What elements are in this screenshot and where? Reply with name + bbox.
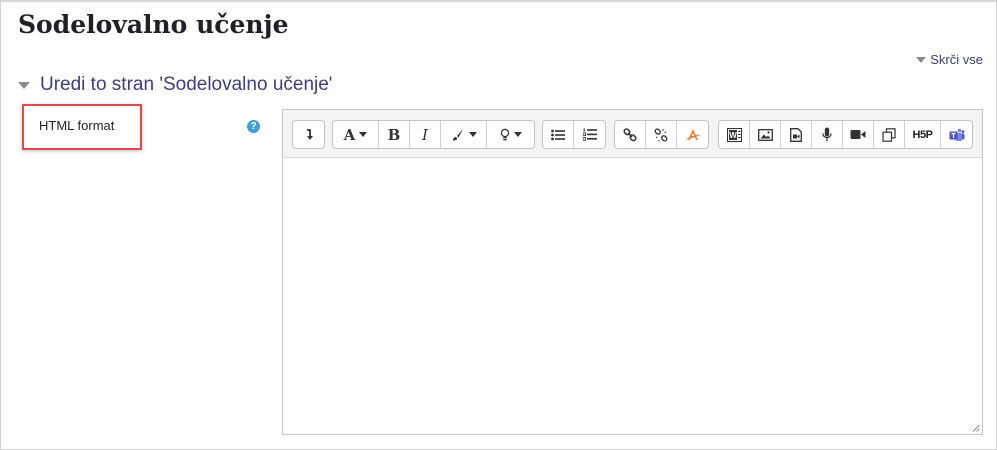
font-family-button[interactable]: A: [333, 121, 379, 148]
collapse-all-link[interactable]: Skrči vse: [916, 52, 983, 67]
toolbar-group-lists: [542, 120, 606, 149]
help-icon[interactable]: ?: [247, 120, 260, 133]
text-color-button[interactable]: [441, 121, 487, 148]
chevron-down-icon: [513, 132, 522, 137]
svg-text:W: W: [729, 131, 737, 140]
media-file-button[interactable]: [781, 121, 812, 148]
section-collapse-icon: [18, 81, 30, 89]
bold-button[interactable]: B: [379, 121, 410, 148]
collapse-toolbar-button[interactable]: [293, 121, 324, 148]
audio-record-button[interactable]: [812, 121, 843, 148]
word-import-icon: W: [726, 127, 742, 142]
chevron-down-icon: [359, 132, 368, 137]
section-header[interactable]: Uredi to stran 'Sodelovalno učenje': [18, 74, 332, 96]
bold-icon: B: [387, 125, 401, 144]
copy-button[interactable]: [874, 121, 905, 148]
highlight-button[interactable]: [487, 121, 534, 148]
image-icon: [757, 128, 773, 141]
resize-grip-icon[interactable]: [971, 423, 980, 432]
toolbar-group-links: [614, 120, 709, 149]
h5p-button[interactable]: H5P: [905, 121, 941, 148]
teams-button[interactable]: [941, 121, 972, 148]
toolbar-group-media: W H5P: [718, 120, 973, 149]
numbered-list-button[interactable]: [574, 121, 605, 148]
italic-button[interactable]: I: [410, 121, 441, 148]
h5p-icon: H5P: [912, 128, 933, 141]
image-button[interactable]: [750, 121, 781, 148]
unlink-icon: [654, 127, 668, 142]
field-label: HTML format: [39, 118, 115, 133]
html-editor: A B I W H5P: [282, 109, 983, 435]
word-import-button[interactable]: W: [719, 121, 750, 148]
numbered-list-icon: [582, 128, 597, 141]
clear-formatting-icon: [686, 128, 699, 140]
audio-record-icon: [822, 127, 832, 141]
link-button[interactable]: [615, 121, 646, 148]
clear-formatting-button[interactable]: [677, 121, 708, 148]
collapse-toolbar-icon: [306, 128, 313, 140]
video-record-button[interactable]: [843, 121, 874, 148]
font-family-icon: A: [343, 125, 356, 144]
highlight-icon: [500, 128, 509, 140]
page-title: Sodelovalno učenje: [18, 10, 289, 39]
chevron-down-icon: [468, 132, 477, 137]
toolbar-group-text: A B I: [332, 120, 535, 149]
link-icon: [623, 127, 637, 141]
editor-content-area[interactable]: [283, 158, 982, 434]
editor-toolbar: A B I W H5P: [283, 110, 982, 158]
copy-icon: [882, 127, 896, 142]
section-title: Uredi to stran 'Sodelovalno učenje': [40, 74, 333, 95]
collapse-triangle-icon: [916, 56, 927, 63]
bullet-list-icon: [551, 129, 565, 140]
unlink-button[interactable]: [646, 121, 677, 148]
collapse-all-label: Skrči vse: [930, 52, 983, 67]
text-color-icon: [452, 128, 463, 140]
italic-icon: I: [422, 125, 428, 144]
media-file-icon: [790, 127, 802, 142]
video-record-icon: [850, 130, 866, 139]
toolbar-group-collapse: [292, 120, 325, 149]
bullet-list-button[interactable]: [543, 121, 574, 148]
teams-icon: [949, 128, 964, 141]
